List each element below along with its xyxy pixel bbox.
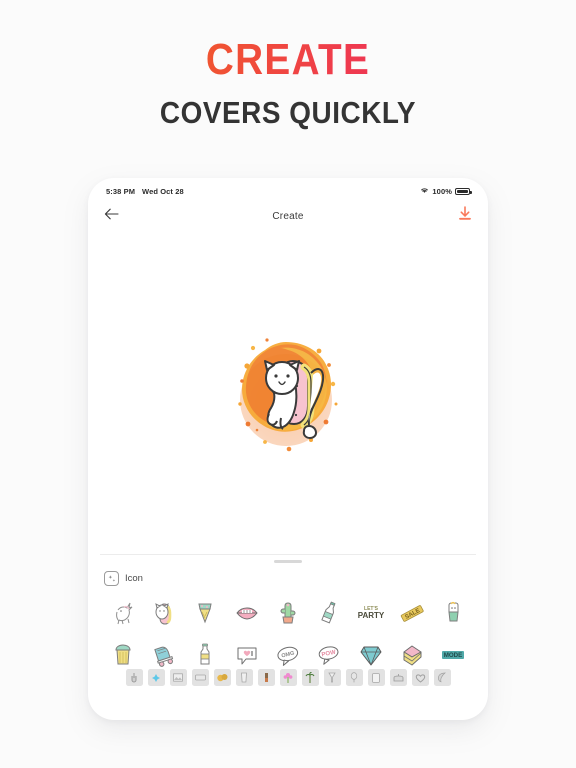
category-brush-icon[interactable] bbox=[257, 669, 275, 686]
nav-bar: Create bbox=[88, 200, 488, 232]
lets-party-sticker[interactable]: LET'S PARTY bbox=[350, 594, 391, 632]
battery-full-icon bbox=[455, 187, 472, 195]
category-flower-icon[interactable] bbox=[279, 669, 297, 686]
status-bar: 5:38 PM Wed Oct 28 100% bbox=[88, 178, 488, 200]
tablet-device-frame: 5:38 PM Wed Oct 28 100% Create Icon LET'… bbox=[88, 178, 488, 720]
drawer-tab-row: Icon bbox=[88, 567, 488, 588]
page-title: Create bbox=[272, 210, 304, 222]
unicorn-sticker[interactable] bbox=[102, 594, 143, 632]
sticker-drawer: Icon LET'S PARTY SALE OMG POW MODE bbox=[88, 554, 488, 676]
category-banner-icon[interactable] bbox=[191, 669, 209, 686]
svg-text:MODE: MODE bbox=[444, 652, 463, 659]
wifi-icon bbox=[420, 187, 429, 196]
category-leaf-icon[interactable] bbox=[433, 669, 451, 686]
cat-donut-sticker[interactable] bbox=[143, 594, 184, 632]
sale-banner-sticker[interactable]: SALE bbox=[391, 594, 432, 632]
lips-sticker[interactable] bbox=[226, 594, 267, 632]
promo-header: CREATE COVERS QUICKLY bbox=[0, 38, 576, 131]
category-palm-icon[interactable] bbox=[301, 669, 319, 686]
category-card-icon[interactable] bbox=[367, 669, 385, 686]
battery-percent: 100% bbox=[432, 186, 452, 196]
sparkle-icon bbox=[104, 571, 119, 586]
category-photo-icon[interactable] bbox=[169, 669, 187, 686]
drawer-grabber-wrap[interactable] bbox=[88, 555, 488, 567]
category-hand-icon[interactable] bbox=[125, 669, 143, 686]
bottle-sticker[interactable] bbox=[309, 594, 350, 632]
svg-text:PARTY: PARTY bbox=[357, 611, 384, 620]
status-time: 5:38 PM bbox=[106, 186, 136, 196]
svg-text:SALE: SALE bbox=[404, 608, 421, 621]
category-splash-icon[interactable] bbox=[147, 669, 165, 686]
download-icon bbox=[458, 206, 472, 226]
category-drink-icon[interactable] bbox=[323, 669, 341, 686]
potted-plant-sticker[interactable] bbox=[433, 594, 474, 632]
category-bar bbox=[88, 669, 488, 686]
status-date: Wed Oct 28 bbox=[142, 186, 184, 196]
status-bar-left: 5:38 PM Wed Oct 28 bbox=[106, 187, 184, 196]
promo-subtitle: COVERS QUICKLY bbox=[159, 95, 417, 130]
cover-canvas[interactable] bbox=[88, 232, 488, 554]
promo-title: CREATE bbox=[35, 38, 542, 82]
drag-handle[interactable] bbox=[274, 559, 302, 563]
sticker-grid: LET'S PARTY SALE OMG POW MODE bbox=[88, 588, 488, 676]
category-heart-icon[interactable] bbox=[411, 669, 429, 686]
tab-icon-label: Icon bbox=[125, 573, 143, 584]
download-button[interactable] bbox=[458, 206, 472, 226]
tab-icon[interactable]: Icon bbox=[104, 571, 143, 586]
category-food-icon[interactable] bbox=[213, 669, 231, 686]
category-cake-icon[interactable] bbox=[389, 669, 407, 686]
category-balloon-icon[interactable] bbox=[345, 669, 363, 686]
ice-cream-sticker[interactable] bbox=[185, 594, 226, 632]
category-cup-icon[interactable] bbox=[235, 669, 253, 686]
cat-donut-watercolor-artwork[interactable] bbox=[223, 318, 353, 468]
status-bar-right: 100% bbox=[420, 186, 472, 196]
cactus-sticker[interactable] bbox=[267, 594, 308, 632]
